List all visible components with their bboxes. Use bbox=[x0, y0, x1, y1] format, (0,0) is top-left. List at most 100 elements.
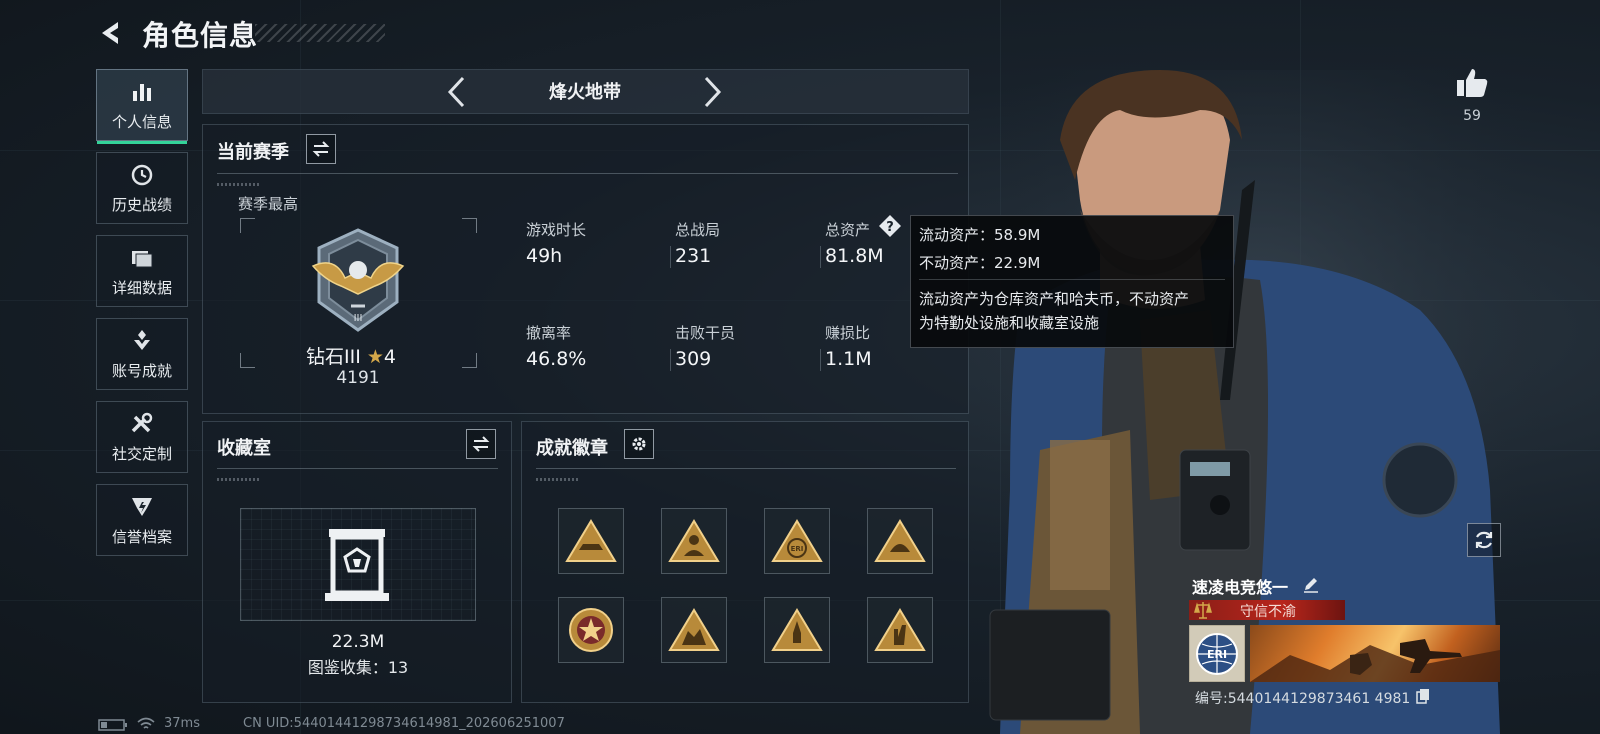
eri-emblem[interactable]: ERI bbox=[1189, 625, 1245, 682]
divider bbox=[536, 468, 956, 469]
frame-corner bbox=[462, 218, 477, 233]
bar-chart-icon bbox=[133, 83, 151, 101]
swap-icon bbox=[472, 436, 490, 452]
divider bbox=[820, 246, 821, 268]
badges-title: 成就徽章 bbox=[536, 438, 608, 459]
battery-icon bbox=[98, 719, 127, 731]
copy-icon[interactable] bbox=[1415, 688, 1431, 704]
stat-value: 49h bbox=[526, 245, 563, 267]
season-title: 当前赛季 bbox=[217, 142, 289, 163]
tooltip-fixed-assets: 不动资产：22.9M bbox=[919, 254, 1041, 272]
frame-corner bbox=[240, 353, 255, 368]
history-icon bbox=[131, 164, 153, 185]
thumbs-up-icon[interactable] bbox=[1455, 66, 1489, 100]
stat-label: 游戏时长 bbox=[526, 221, 587, 239]
shield-icon bbox=[132, 497, 152, 516]
nav-item-label: 账号成就 bbox=[111, 361, 172, 380]
stat-value: 46.8% bbox=[526, 348, 587, 370]
nav-item-personal-info[interactable]: 个人信息 bbox=[96, 69, 188, 144]
frame-corner bbox=[462, 353, 477, 368]
decor-dash bbox=[217, 183, 261, 186]
eri-globe-icon: ERI bbox=[1196, 633, 1238, 675]
stat-label: 总资产 bbox=[825, 221, 871, 239]
edit-icon[interactable] bbox=[1302, 575, 1320, 593]
decor-dash bbox=[217, 478, 261, 481]
divider bbox=[670, 349, 671, 371]
back-icon[interactable] bbox=[96, 18, 126, 48]
nav-item-detail-data[interactable]: 详细数据 bbox=[96, 235, 188, 307]
collection-switch-button[interactable] bbox=[466, 429, 496, 459]
gear-icon bbox=[632, 437, 646, 451]
assets-tooltip: 流动资产：58.9M 不动资产：22.9M 流动资产为仓库资产和哈夫币，不动资产… bbox=[910, 215, 1234, 348]
badge-squad-icon[interactable] bbox=[661, 597, 727, 663]
wifi-icon bbox=[137, 717, 155, 729]
svg-text:ERI: ERI bbox=[1207, 648, 1227, 661]
badge-star-emblem-icon[interactable] bbox=[558, 597, 624, 663]
badge-hands-icon[interactable] bbox=[867, 508, 933, 574]
rank-name-row: 钻石III ★4 bbox=[306, 342, 396, 369]
chevron-right-icon[interactable] bbox=[700, 74, 724, 110]
svg-text:ERI: ERI bbox=[791, 545, 804, 553]
season-switch-button[interactable] bbox=[306, 134, 336, 164]
nav-item-label: 历史战绩 bbox=[111, 195, 172, 214]
season-best-label: 赛季最高 bbox=[238, 195, 299, 213]
nav-item-social[interactable]: 社交定制 bbox=[96, 401, 188, 473]
soldier-banner-icon bbox=[1250, 639, 1500, 682]
player-name: 速凌电竞悠一 bbox=[1192, 578, 1289, 597]
star-icon: ★ bbox=[366, 346, 384, 368]
nav-item-label: 个人信息 bbox=[111, 112, 172, 131]
collection-count: 图鉴收集：13 bbox=[307, 658, 409, 677]
stat-label: 总战局 bbox=[675, 221, 721, 239]
stat-value: 1.1M bbox=[825, 348, 872, 370]
collection-title: 收藏室 bbox=[217, 438, 271, 459]
nav-item-label: 详细数据 bbox=[111, 278, 172, 297]
badge-rocket-icon[interactable] bbox=[764, 597, 830, 663]
decor-dash bbox=[536, 478, 580, 481]
swap-icon bbox=[312, 141, 330, 157]
scales-icon bbox=[1194, 602, 1212, 619]
stat-label: 赚损比 bbox=[825, 324, 871, 342]
profile-banner[interactable] bbox=[1250, 625, 1500, 682]
stat-label: 撤离率 bbox=[526, 324, 572, 342]
stat-value: 81.8M bbox=[825, 245, 884, 267]
nav-item-history[interactable]: 历史战绩 bbox=[96, 152, 188, 224]
stat-label: 击败干员 bbox=[675, 324, 736, 342]
mode-label: 烽火地带 bbox=[549, 82, 621, 103]
collection-value: 22.3M bbox=[331, 632, 385, 652]
divider bbox=[820, 349, 821, 371]
divider bbox=[217, 468, 498, 469]
rank-name: 钻石III bbox=[306, 346, 361, 368]
frame-corner bbox=[240, 218, 255, 233]
divider bbox=[919, 279, 1225, 280]
nav-item-credit[interactable]: 信誉档案 bbox=[96, 484, 188, 556]
tooltip-desc-line1: 流动资产为仓库资产和哈夫币，不动资产 bbox=[919, 290, 1190, 308]
rank-score: 4191 bbox=[336, 368, 380, 388]
ping-text: 37ms bbox=[164, 716, 200, 731]
refresh-icon bbox=[1475, 531, 1493, 549]
svg-text:?: ? bbox=[886, 220, 894, 235]
divider bbox=[217, 173, 958, 174]
rank-stars: 4 bbox=[383, 346, 396, 368]
badges-settings-button[interactable] bbox=[624, 429, 654, 459]
tools-icon bbox=[131, 412, 153, 432]
like-count: 59 bbox=[1463, 108, 1481, 124]
page-title: 角色信息 bbox=[142, 19, 259, 52]
status-uid: CN UID:54401441298734614981_202606251007 bbox=[243, 716, 565, 731]
badge-eri-icon[interactable]: ERI bbox=[764, 508, 830, 574]
badge-soldier-icon[interactable] bbox=[661, 508, 727, 574]
badge-vehicle-icon[interactable] bbox=[558, 508, 624, 574]
help-icon[interactable]: ? bbox=[878, 214, 902, 238]
nav-item-achievements[interactable]: 账号成就 bbox=[96, 318, 188, 390]
badge-hand-sign-icon[interactable] bbox=[867, 597, 933, 663]
tooltip-liquid-assets: 流动资产：58.9M bbox=[919, 226, 1041, 244]
nav-item-label: 社交定制 bbox=[111, 444, 172, 463]
player-uid: 编号:5440144129873461 4981 bbox=[1195, 691, 1411, 707]
chevron-left-icon[interactable] bbox=[445, 74, 469, 110]
divider bbox=[670, 246, 671, 268]
nav-item-label: 信誉档案 bbox=[111, 527, 172, 546]
honor-title: 守信不渝 bbox=[1240, 604, 1296, 620]
tooltip-desc-line2: 为特勤处设施和收藏室设施 bbox=[919, 314, 1100, 332]
refresh-button[interactable] bbox=[1467, 523, 1501, 557]
title-decoration bbox=[255, 24, 385, 42]
stat-value: 231 bbox=[675, 245, 712, 267]
